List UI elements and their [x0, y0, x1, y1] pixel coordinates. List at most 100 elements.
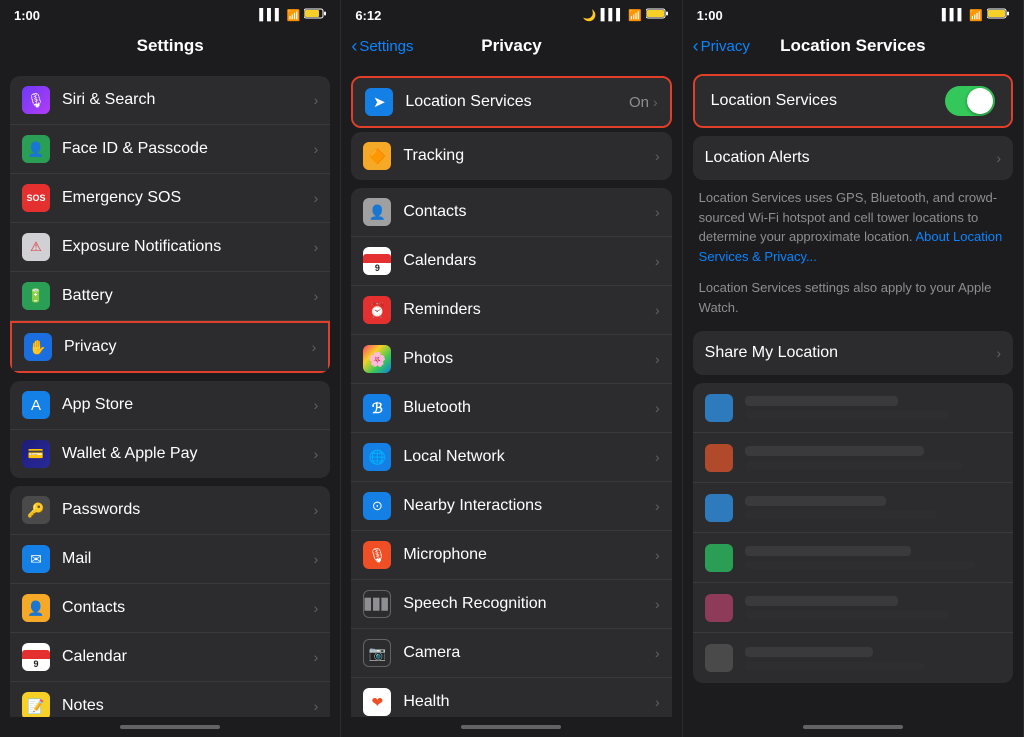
camera-icon: 📷	[363, 639, 391, 667]
settings-item-exposure[interactable]: ⚠ Exposure Notifications ›	[10, 223, 330, 272]
privacy-health-row[interactable]: ❤ Health ›	[351, 678, 671, 717]
settings-item-battery[interactable]: 🔋 Battery ›	[10, 272, 330, 321]
location-scroll[interactable]: Location Services Location Alerts › Loca…	[683, 68, 1023, 717]
blurred-app-3[interactable]	[693, 483, 1013, 533]
settings-item-faceid[interactable]: 👤 Face ID & Passcode ›	[10, 125, 330, 174]
settings-item-appstore[interactable]: A App Store ›	[10, 381, 330, 430]
chevron-icon: ›	[314, 698, 319, 714]
settings-group-3: 🔑 Passwords › ✉ Mail › 👤 Contacts	[0, 486, 340, 717]
blur-content-4	[745, 546, 1001, 569]
back-to-settings[interactable]: ‹ Settings	[351, 36, 413, 57]
nav-bar-3: ‹ Privacy Location Services	[683, 28, 1023, 68]
contacts2-label: Contacts	[403, 203, 655, 221]
location-list: ➤ Location Services On ›	[353, 78, 669, 126]
signal-icon: ▌▌▌	[601, 9, 624, 21]
blur-line2-2	[745, 461, 963, 469]
settings-item-sos[interactable]: SOS Emergency SOS ›	[10, 174, 330, 223]
settings-scroll[interactable]: 🎙 Siri & Search › 👤 Face ID & Passcode ›	[0, 68, 340, 717]
location-services-row[interactable]: ➤ Location Services On ›	[353, 78, 669, 126]
settings-item-mail[interactable]: ✉ Mail ›	[10, 535, 330, 584]
back-label: Settings	[359, 38, 413, 55]
faceid-label: Face ID & Passcode	[62, 140, 314, 158]
location-services-toggle[interactable]	[945, 86, 995, 116]
chevron-icon: ›	[655, 400, 660, 416]
settings-item-wallet[interactable]: 💳 Wallet & Apple Pay ›	[10, 430, 330, 478]
tracking-icon: 🔶	[363, 142, 391, 170]
location-services-highlight: ➤ Location Services On ›	[351, 76, 671, 128]
contacts-icon: 👤	[22, 594, 50, 622]
privacy-calendars-row[interactable]: 9 Calendars ›	[351, 237, 671, 286]
info-text-2: Location Services settings also apply to…	[683, 274, 1023, 327]
chevron-icon: ›	[314, 600, 319, 616]
home-indicator-3	[683, 717, 1023, 737]
nav-bar-1: Settings	[0, 28, 340, 68]
settings-item-notes[interactable]: 📝 Notes ›	[10, 682, 330, 717]
blur-icon-1	[705, 394, 733, 422]
health-label: Health	[403, 693, 655, 711]
privacy-speech-row[interactable]: ▊▊▊ Speech Recognition ›	[351, 580, 671, 629]
battery-charging-icon	[646, 8, 668, 22]
time-3: 1:00	[697, 8, 723, 23]
battery-icon-3	[987, 8, 1009, 22]
blur-icon-2	[705, 444, 733, 472]
nav-bar-2: ‹ Settings Privacy	[341, 28, 681, 68]
chevron-icon: ›	[314, 502, 319, 518]
chevron-icon: ›	[655, 351, 660, 367]
privacy-localnet-row[interactable]: 🌐 Local Network ›	[351, 433, 671, 482]
blurred-app-1[interactable]	[693, 383, 1013, 433]
chevron-icon: ›	[655, 204, 660, 220]
blur-line-1	[745, 396, 899, 406]
settings-item-contacts[interactable]: 👤 Contacts ›	[10, 584, 330, 633]
blur-content-6	[745, 647, 1001, 670]
location-icon: ➤	[365, 88, 393, 116]
blurred-app-6[interactable]	[693, 633, 1013, 683]
privacy-nearby-row[interactable]: ⊙ Nearby Interactions ›	[351, 482, 671, 531]
blur-line2-6	[745, 662, 924, 670]
calendar-label: Calendar	[62, 648, 314, 666]
localnet-label: Local Network	[403, 448, 655, 466]
privacy-bluetooth-row[interactable]: ℬ Bluetooth ›	[351, 384, 671, 433]
share-location-row[interactable]: Share My Location ›	[693, 331, 1013, 375]
tracking-list: 🔶 Tracking ›	[351, 132, 671, 180]
blur-line2-5	[745, 611, 950, 619]
settings-item-passwords[interactable]: 🔑 Passwords ›	[10, 486, 330, 535]
location-services-panel: 1:00 ▌▌▌ 📶 ‹ Privacy Location Services L…	[683, 0, 1024, 737]
home-bar	[120, 725, 220, 729]
privacy-contacts-row[interactable]: 👤 Contacts ›	[351, 188, 671, 237]
exposure-label: Exposure Notifications	[62, 238, 314, 256]
chevron-icon: ›	[655, 498, 660, 514]
blurred-app-5[interactable]	[693, 583, 1013, 633]
blur-line-6	[745, 647, 873, 657]
back-to-privacy[interactable]: ‹ Privacy	[693, 36, 750, 57]
settings-item-calendar[interactable]: 9 Calendar ›	[10, 633, 330, 682]
privacy-apps-list: 👤 Contacts › 9 Calendars › ⏰	[351, 188, 671, 717]
privacy-microphone-row[interactable]: 🎙 Microphone ›	[351, 531, 671, 580]
chevron-icon: ›	[655, 547, 660, 563]
microphone-label: Microphone	[403, 546, 655, 564]
settings-list-2: A App Store › 💳 Wallet & Apple Pay ›	[10, 381, 330, 478]
blur-content-2	[745, 446, 1001, 469]
blur-content-5	[745, 596, 1001, 619]
share-location-group: Share My Location ›	[693, 331, 1013, 375]
blurred-app-2[interactable]	[693, 433, 1013, 483]
location-value: On	[629, 94, 649, 111]
privacy-reminders-row[interactable]: ⏰ Reminders ›	[351, 286, 671, 335]
settings-item-siri[interactable]: 🎙 Siri & Search ›	[10, 76, 330, 125]
privacy-photos-row[interactable]: 🌸 Photos ›	[351, 335, 671, 384]
moon-icon: 🌙	[583, 9, 597, 22]
privacy-scroll[interactable]: ➤ Location Services On › 🔶 Tracking ›	[341, 68, 681, 717]
ls-toggle-group: Location Services	[695, 76, 1011, 126]
blur-icon-5	[705, 594, 733, 622]
mail-icon: ✉	[22, 545, 50, 573]
appstore-label: App Store	[62, 396, 314, 414]
settings-group-1: 🎙 Siri & Search › 👤 Face ID & Passcode ›	[0, 76, 340, 373]
location-alerts-row[interactable]: Location Alerts ›	[693, 136, 1013, 180]
home-indicator-2	[341, 717, 681, 737]
blurred-app-4[interactable]	[693, 533, 1013, 583]
chevron-icon: ›	[655, 449, 660, 465]
status-icons-1: ▌▌▌ 📶	[259, 8, 326, 22]
privacy-camera-row[interactable]: 📷 Camera ›	[351, 629, 671, 678]
microphone-icon: 🎙	[363, 541, 391, 569]
tracking-row[interactable]: 🔶 Tracking ›	[351, 132, 671, 180]
settings-item-privacy[interactable]: ✋ Privacy ›	[10, 321, 330, 373]
